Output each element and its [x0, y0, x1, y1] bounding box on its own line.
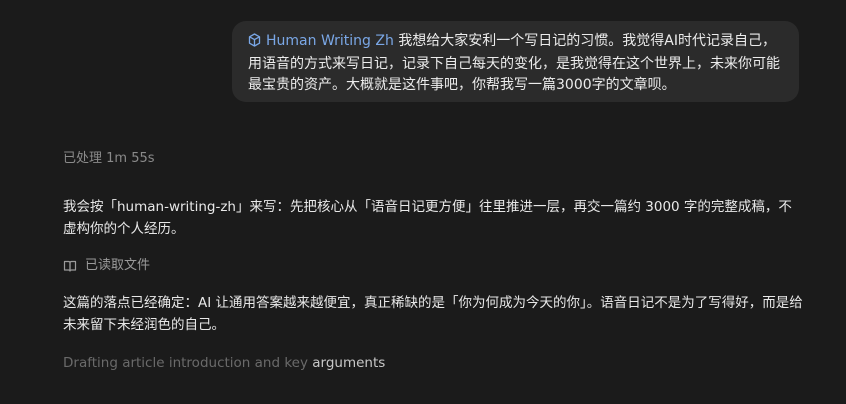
chat-transcript: Human Writing Zh 我想给大家安利一个写日记的习惯。我觉得AI时代… [0, 0, 846, 404]
drafting-status-text: Drafting article introduction and key [63, 355, 313, 371]
assistant-paragraph: 这篇的落点已经确定：AI 让通用答案越来越便宜，真正稀缺的是「你为何成为今天的你… [63, 295, 803, 333]
tool-action-read-file[interactable]: 已读取文件 [63, 256, 150, 276]
book-open-icon [63, 259, 77, 273]
skill-chip[interactable]: Human Writing Zh [248, 33, 398, 49]
skill-chip-label: Human Writing Zh [266, 33, 394, 49]
tool-action-label: 已读取文件 [85, 258, 151, 273]
drafting-status-tail: arguments [312, 355, 386, 371]
processing-status[interactable]: 已处理 1m 55s [63, 150, 155, 168]
user-message-bubble: Human Writing Zh 我想给大家安利一个写日记的习惯。我觉得AI时代… [232, 21, 799, 102]
assistant-paragraph: 我会按「human-writing-zh」来写：先把核心从「语音日记更方便」往里… [63, 199, 792, 237]
drafting-status: Drafting article introduction and key ar… [63, 353, 385, 373]
cube-icon [248, 33, 261, 54]
